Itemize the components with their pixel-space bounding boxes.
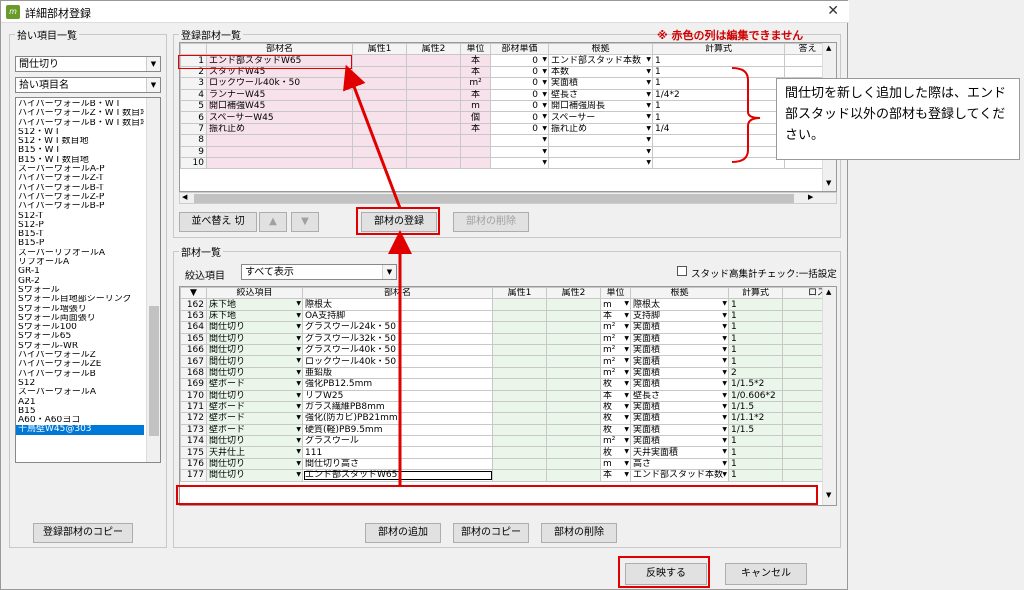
bracket-icon bbox=[731, 67, 761, 163]
instruction-note: 間仕切を新しく追加した際は、エンド部スタッド以外の部材も登録してください。 bbox=[776, 78, 1020, 160]
arrow-to-registered-row bbox=[343, 64, 402, 209]
